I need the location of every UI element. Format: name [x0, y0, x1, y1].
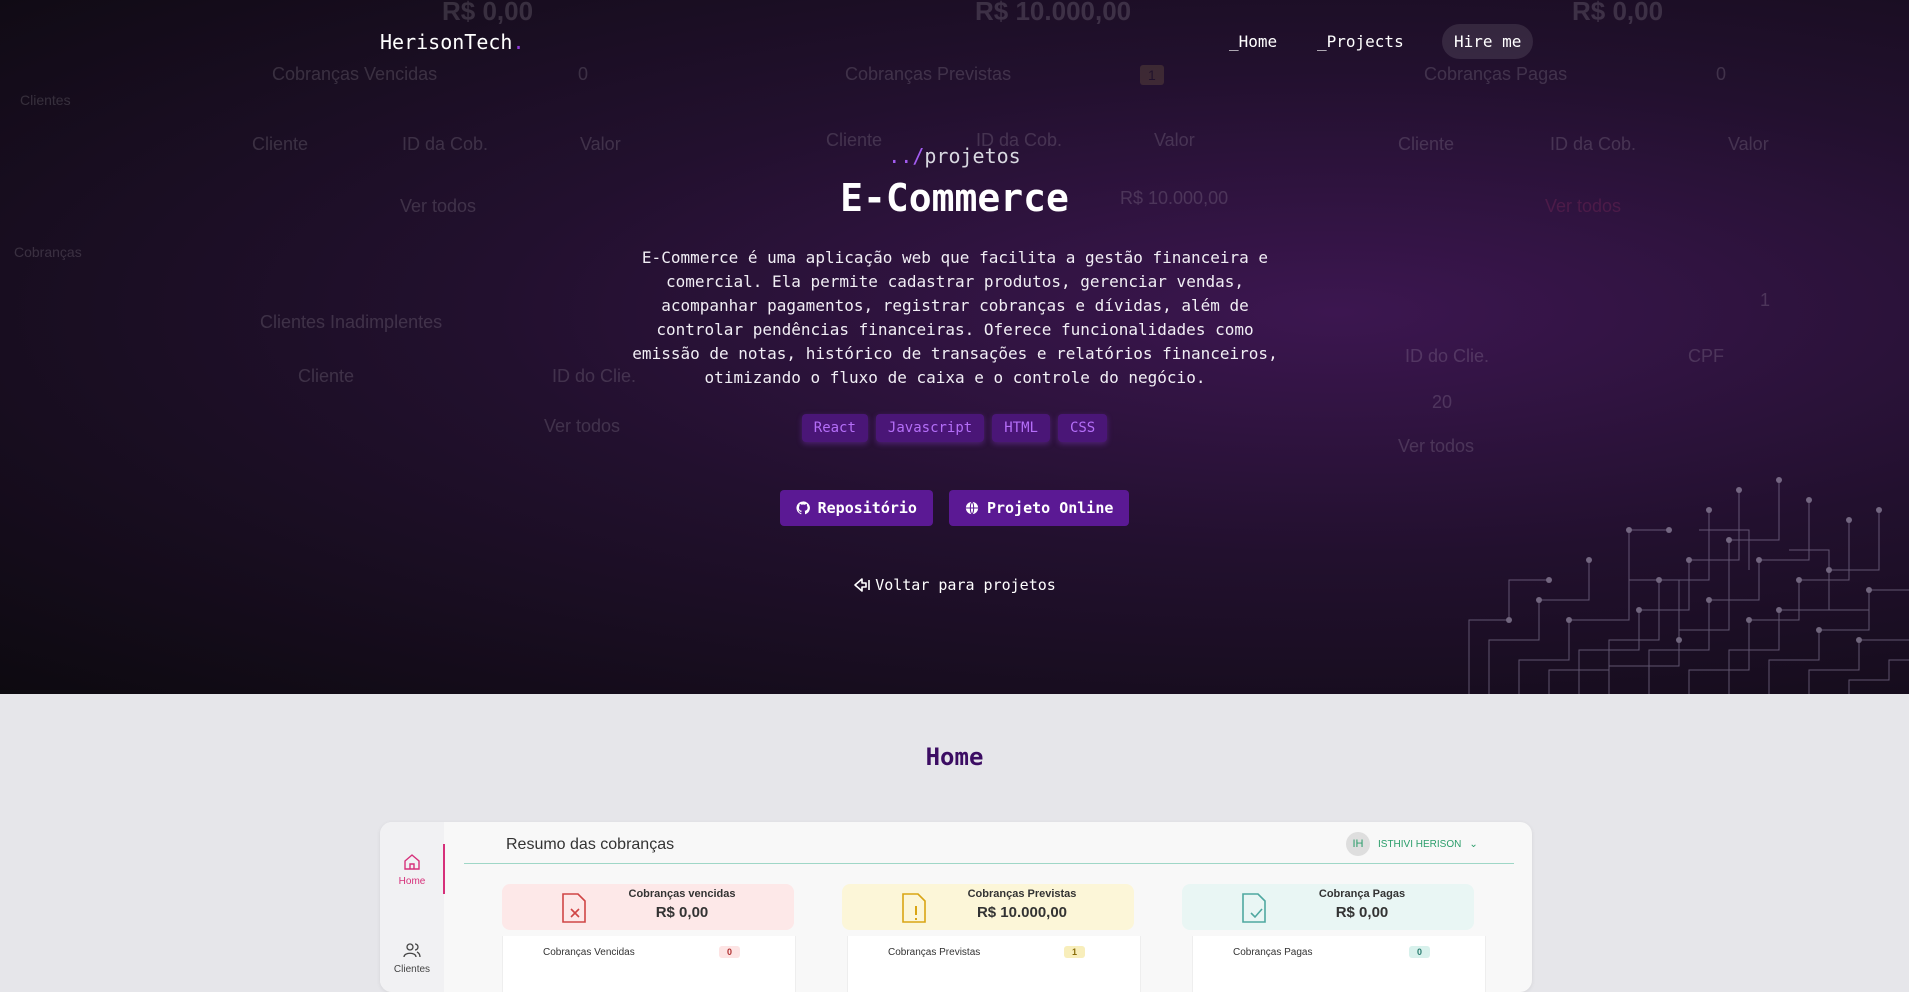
preview-card-paid: Cobrança Pagas R$ 0,00	[1182, 884, 1474, 930]
preview-avatar: IH	[1346, 832, 1370, 856]
back-to-projects-link[interactable]: Voltar para projetos	[0, 576, 1909, 594]
preview-card-overdue-label: Cobranças vencidas	[628, 888, 736, 900]
breadcrumb: ../projetos	[0, 144, 1909, 168]
ghost-sidebar-cobrancas: Cobranças	[14, 244, 82, 260]
repository-button-label: Repositório	[817, 499, 917, 517]
section-title: Home	[925, 743, 984, 771]
preview-card-paid-value: R$ 0,00	[1335, 904, 1389, 921]
preview-panel-paid-label: Cobranças Pagas	[1233, 947, 1313, 958]
preview-panel-expected-count: 1	[1064, 946, 1086, 958]
tech-tag-css: CSS	[1057, 414, 1108, 442]
ghost-sidebar-clientes: Clientes	[20, 92, 71, 108]
tech-tag-html: HTML	[992, 414, 1050, 442]
preview-sidebar: Home Clientes	[380, 822, 444, 992]
tech-tags: React Javascript HTML CSS	[0, 414, 1909, 442]
live-project-button-label: Projeto Online	[986, 499, 1114, 517]
brand-dot: .	[512, 30, 525, 54]
hero-section: R$ 0,00 R$ 10.000,00 R$ 0,00 Cobranças V…	[0, 0, 1909, 694]
tech-tag-react: React	[801, 414, 868, 442]
chevron-down-icon: ⌄	[1469, 838, 1478, 850]
repository-button[interactable]: Repositório	[779, 490, 933, 526]
back-arrow-icon	[854, 578, 870, 592]
breadcrumb-parent: ../	[888, 144, 925, 168]
preview-active-indicator	[443, 844, 445, 894]
home-icon	[404, 854, 420, 870]
preview-sidebar-item-home: Home	[380, 852, 444, 887]
preview-user-menu: IH ISTHIVI HERISON ⌄	[1346, 832, 1478, 856]
preview-sidebar-clientes-label: Clientes	[393, 964, 431, 975]
preview-panel-overdue: Cobranças Vencidas 0	[502, 936, 796, 992]
preview-card-overdue-value: R$ 0,00	[655, 904, 709, 921]
project-description: E-Commerce é uma aplicação web que facil…	[632, 248, 1278, 387]
ghost-col-cliente-4: Cliente	[298, 366, 355, 386]
brand-name: HerisonTech	[380, 30, 513, 54]
preview-panel-expected-label: Cobranças Previstas	[888, 947, 981, 958]
preview-card-paid-label: Cobrança Pagas	[1318, 888, 1406, 900]
nav-link-projects[interactable]: _Projects	[1317, 32, 1404, 51]
preview-sidebar-home-label: Home	[398, 876, 426, 887]
preview-card-expected: Cobranças Previstas R$ 10.000,00	[842, 884, 1134, 930]
tech-tag-javascript: Javascript	[875, 414, 985, 442]
preview-panel-overdue-count: 0	[719, 946, 741, 958]
preview-panel-overdue-label: Cobranças Vencidas	[543, 947, 635, 958]
ghost-col-id-clie: ID do Clie.	[552, 366, 637, 386]
back-link-label: Voltar para projetos	[875, 576, 1056, 594]
nav-hire-me-button[interactable]: Hire me	[1442, 24, 1534, 59]
preview-card-expected-label: Cobranças Previstas	[967, 888, 1077, 900]
paid-invoice-icon	[1242, 893, 1266, 923]
preview-heading: Resumo das cobranças	[506, 836, 675, 853]
project-actions: Repositório Projeto Online	[0, 490, 1909, 526]
ghost-col-id-clie-2: ID do Clie.	[1405, 346, 1490, 366]
brand-logo[interactable]: HerisonTech.	[380, 30, 525, 54]
top-navbar: HerisonTech. _Home _Projects Hire me	[0, 0, 1909, 84]
expected-invoice-icon	[902, 893, 926, 923]
preview-sidebar-item-clientes: Clientes	[380, 940, 444, 975]
preview-card-overdue: Cobranças vencidas R$ 0,00	[502, 884, 794, 930]
project-title: E-Commerce	[840, 176, 1069, 220]
globe-icon	[965, 501, 979, 515]
users-icon	[403, 943, 421, 958]
breadcrumb-current: projetos	[924, 144, 1021, 168]
preview-panel-paid: Cobranças Pagas 0	[1192, 936, 1486, 992]
ghost-row-id: 20	[1432, 392, 1453, 412]
ghost-col-cpf: CPF	[1688, 346, 1724, 366]
ghost-inadimplentes: Clientes Inadimplentes	[260, 312, 443, 332]
preview-card-expected-value: R$ 10.000,00	[976, 904, 1068, 921]
github-icon	[796, 501, 810, 515]
preview-user-name: ISTHIVI HERISON	[1378, 838, 1462, 850]
overdue-invoice-icon	[562, 893, 586, 923]
project-screenshot-preview: Home Clientes Resumo das cobranças IH IS…	[380, 822, 1532, 992]
preview-panel-expected: Cobranças Previstas 1	[847, 936, 1141, 992]
preview-divider	[464, 863, 1514, 864]
preview-panel-paid-count: 0	[1409, 946, 1431, 958]
live-project-button[interactable]: Projeto Online	[948, 490, 1130, 526]
ghost-count-4: 1	[1760, 290, 1771, 310]
nav-link-home[interactable]: _Home	[1229, 32, 1277, 51]
